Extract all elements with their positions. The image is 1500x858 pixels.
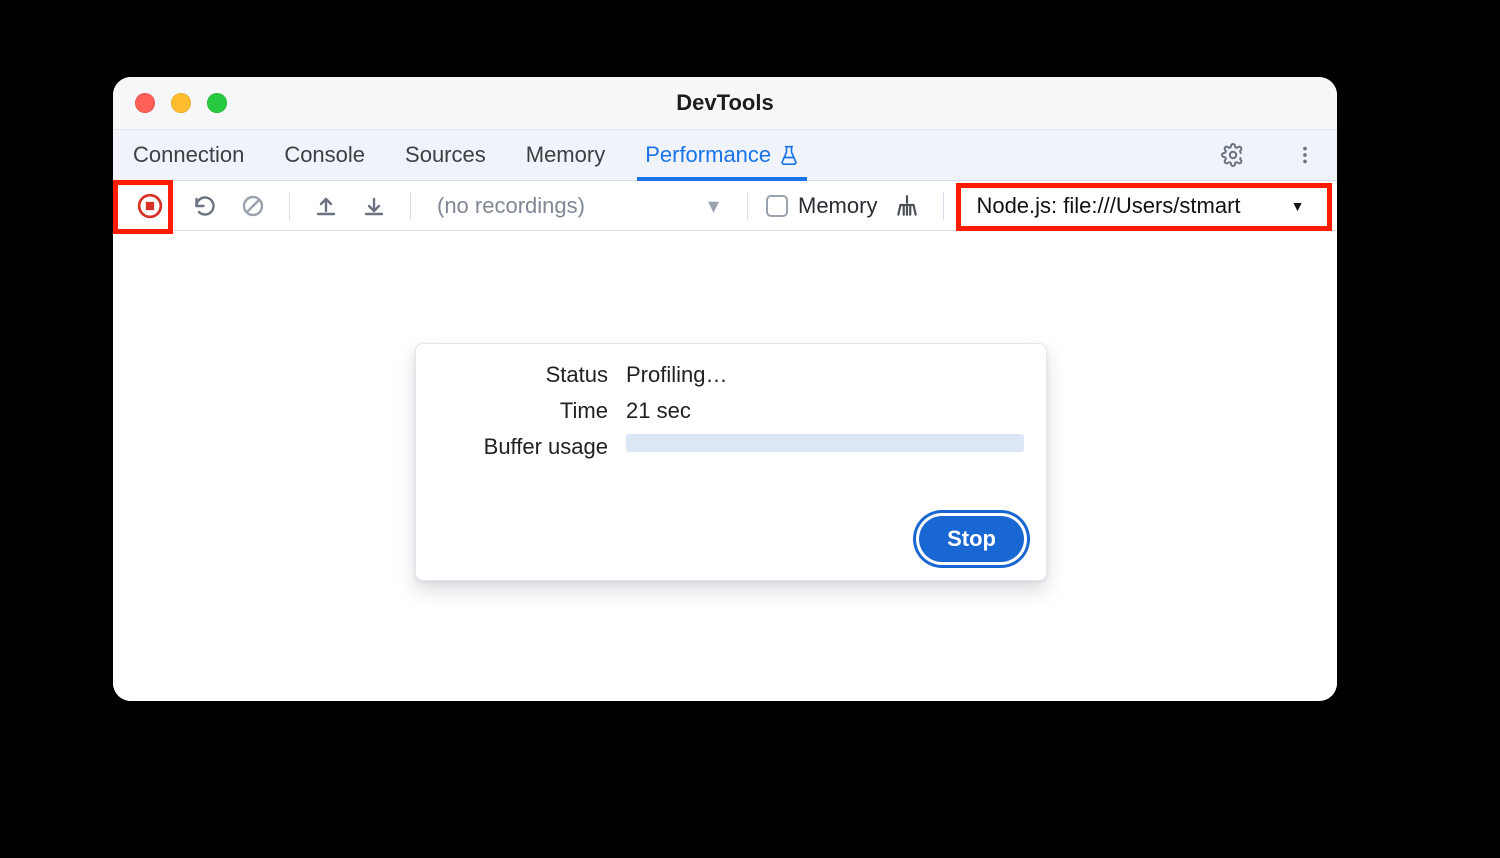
tab-memory[interactable]: Memory [520, 130, 611, 180]
tab-label: Connection [133, 142, 244, 168]
checkbox-icon [766, 195, 788, 217]
performance-toolbar: (no recordings) ▾ Memory [113, 181, 1337, 231]
download-button[interactable] [356, 188, 392, 224]
minimize-window-button[interactable] [171, 93, 191, 113]
stop-button[interactable]: Stop [919, 516, 1024, 562]
tab-sources[interactable]: Sources [399, 130, 492, 180]
window-controls [135, 77, 227, 129]
separator [410, 192, 411, 220]
titlebar: DevTools [113, 77, 1337, 130]
buffer-usage-bar [626, 434, 1024, 460]
window-title: DevTools [113, 90, 1337, 116]
record-button[interactable] [125, 181, 175, 231]
download-icon [362, 194, 386, 218]
no-sign-icon [241, 194, 265, 218]
more-vertical-icon [1294, 144, 1316, 166]
separator [747, 192, 748, 220]
collect-garbage-button[interactable] [889, 188, 925, 224]
settings-button[interactable] [1211, 130, 1255, 180]
separator [943, 192, 944, 220]
buffer-usage-track [626, 434, 1024, 452]
panel-body: Status Profiling… Time 21 sec Buffer usa… [113, 231, 1337, 701]
time-value: 21 sec [626, 398, 1024, 424]
profiling-status-dialog: Status Profiling… Time 21 sec Buffer usa… [415, 343, 1047, 581]
status-value: Profiling… [626, 362, 1024, 388]
tab-label: Sources [405, 142, 486, 168]
caret-down-icon: ▾ [708, 193, 729, 219]
clear-button[interactable] [235, 188, 271, 224]
devtools-window: DevTools Connection Console Sources Memo… [113, 77, 1337, 701]
tab-label: Performance [645, 142, 771, 168]
tab-label: Console [284, 142, 365, 168]
buffer-label: Buffer usage [438, 434, 608, 460]
panel-tabs: Connection Console Sources Memory Perfor… [113, 130, 1337, 181]
broom-icon [894, 193, 920, 219]
tab-console[interactable]: Console [278, 130, 371, 180]
caret-down-icon: ▼ [1291, 198, 1305, 214]
record-stop-icon [137, 193, 163, 219]
zoom-window-button[interactable] [207, 93, 227, 113]
tab-performance[interactable]: Performance [639, 130, 805, 180]
kebab-menu-button[interactable] [1283, 130, 1327, 180]
memory-checkbox-label: Memory [798, 193, 877, 219]
reload-icon [193, 194, 217, 218]
separator [289, 192, 290, 220]
tab-connection[interactable]: Connection [127, 130, 250, 180]
recordings-label: (no recordings) [437, 193, 585, 219]
target-select[interactable]: Node.js: file:///Users/stmart ▼ [962, 186, 1318, 226]
upload-button[interactable] [308, 188, 344, 224]
recordings-dropdown[interactable]: (no recordings) ▾ [429, 193, 729, 219]
tab-label: Memory [526, 142, 605, 168]
target-select-label: Node.js: file:///Users/stmart [976, 193, 1240, 219]
flask-icon [779, 145, 799, 165]
upload-icon [314, 194, 338, 218]
gear-icon [1221, 143, 1245, 167]
reload-button[interactable] [187, 188, 223, 224]
close-window-button[interactable] [135, 93, 155, 113]
status-label: Status [438, 362, 608, 388]
memory-checkbox[interactable]: Memory [766, 193, 877, 219]
time-label: Time [438, 398, 608, 424]
